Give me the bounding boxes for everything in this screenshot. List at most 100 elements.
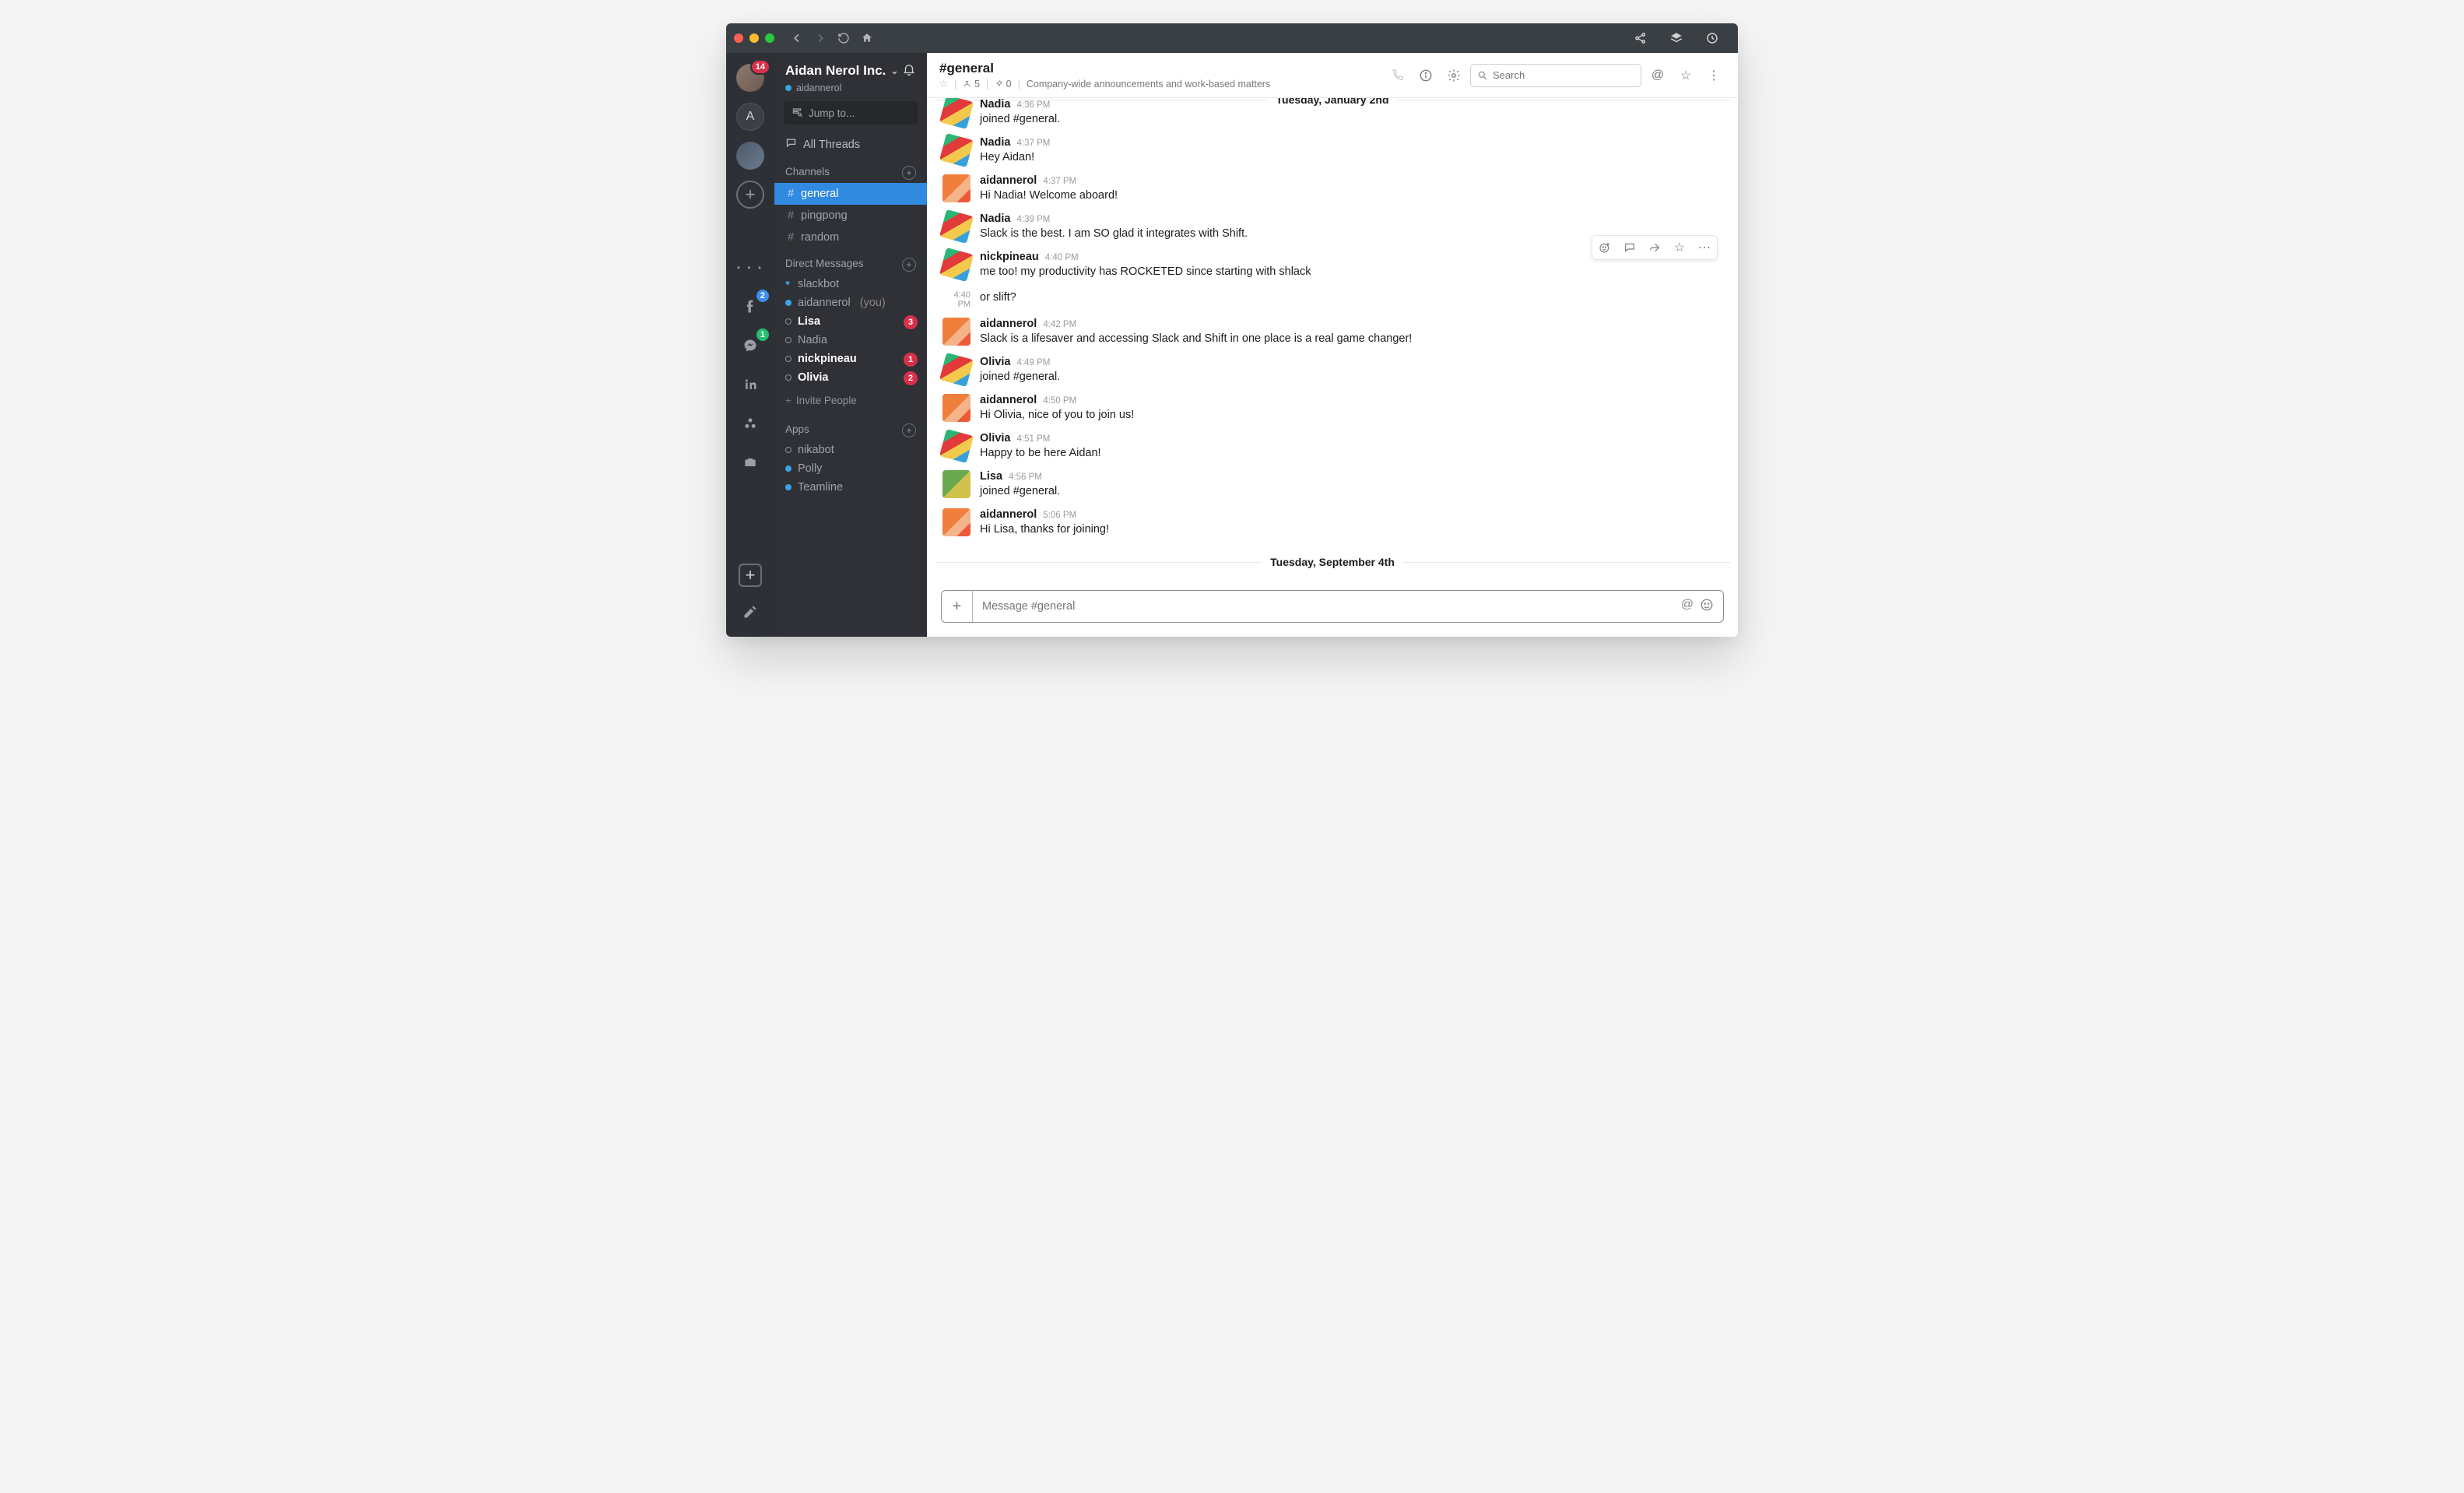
message-author[interactable]: aidannerol — [980, 174, 1037, 187]
info-icon[interactable] — [1414, 64, 1437, 87]
layers-icon[interactable] — [1658, 26, 1694, 50]
emoji-icon[interactable] — [1700, 598, 1714, 616]
add-app-button[interactable]: + — [902, 423, 916, 437]
all-threads-link[interactable]: All Threads — [774, 132, 927, 156]
dm-item[interactable]: Olivia2 — [774, 368, 927, 387]
channel-name[interactable]: #general — [939, 61, 1377, 76]
message-author[interactable]: aidannerol — [980, 508, 1037, 521]
add-dm-button[interactable]: + — [902, 258, 916, 272]
plus-icon: + — [785, 395, 791, 406]
message[interactable]: aidannerol4:42 PMSlack is a lifesaver an… — [927, 311, 1738, 350]
member-count[interactable]: 5 — [963, 79, 979, 90]
workspace-user[interactable]: aidannerol — [774, 83, 927, 101]
pin-count[interactable]: 0 — [995, 79, 1011, 90]
mentions-icon[interactable]: @ — [1646, 64, 1669, 87]
message-author[interactable]: Nadia — [980, 136, 1011, 149]
channels-label[interactable]: Channels — [785, 166, 830, 180]
message[interactable]: aidannerol5:06 PMHi Lisa, thanks for joi… — [927, 502, 1738, 540]
message[interactable]: Olivia4:51 PMHappy to be here Aidan! — [927, 426, 1738, 464]
presence-icon — [785, 465, 791, 472]
rail-linkedin-icon[interactable] — [736, 371, 764, 399]
search-input[interactable] — [1470, 64, 1641, 87]
share-icon[interactable] — [1623, 26, 1658, 50]
message-author[interactable]: nickpineau — [980, 251, 1039, 263]
add-reaction-icon[interactable] — [1592, 236, 1617, 259]
star-icon[interactable]: ☆ — [939, 78, 948, 90]
apps-label[interactable]: Apps — [785, 423, 809, 437]
dm-item[interactable]: nickpineau1 — [774, 350, 927, 368]
message[interactable]: Lisa4:56 PMjoined #general. — [927, 464, 1738, 502]
message-author[interactable]: Lisa — [980, 470, 1002, 483]
nav-back-button[interactable] — [785, 26, 809, 50]
rail-camera-icon[interactable] — [736, 448, 764, 476]
app-item[interactable]: Teamline — [774, 478, 927, 497]
rail-workspace-3[interactable] — [736, 142, 764, 170]
fullscreen-window-icon[interactable] — [765, 33, 774, 43]
rail-asana-icon[interactable] — [736, 409, 764, 437]
rail-messenger-icon[interactable]: 1 — [736, 332, 764, 360]
invite-people-link[interactable]: +Invite People — [774, 387, 927, 414]
message[interactable]: aidannerol4:50 PMHi Olivia, nice of you … — [927, 388, 1738, 426]
mention-icon[interactable]: @ — [1681, 598, 1694, 616]
channel-topic[interactable]: Company-wide announcements and work-base… — [1027, 79, 1270, 90]
add-channel-button[interactable]: + — [902, 166, 916, 180]
search-field[interactable] — [1493, 69, 1634, 81]
dm-item[interactable]: ♥slackbot — [774, 275, 927, 293]
rail-workspace-2[interactable]: A — [736, 103, 764, 131]
message[interactable]: aidannerol4:37 PMHi Nadia! Welcome aboar… — [927, 168, 1738, 206]
rail-add-workspace[interactable]: + — [736, 181, 764, 209]
message[interactable]: Nadia4:37 PMHey Aidan! — [927, 130, 1738, 168]
rail-add-app-button[interactable]: + — [739, 564, 762, 587]
star-channel-icon[interactable]: ☆ — [1674, 64, 1697, 87]
unread-badge: 14 — [750, 59, 770, 75]
share-message-icon[interactable] — [1642, 236, 1667, 259]
more-icon[interactable]: ⋮ — [1702, 64, 1725, 87]
message-composer: + @ — [941, 590, 1724, 623]
jump-placeholder: Jump to... — [809, 107, 855, 119]
star-message-icon[interactable]: ☆ — [1667, 236, 1692, 259]
message-list[interactable]: Tuesday, January 2nd Nadia4:36 PMjoined … — [927, 98, 1738, 579]
dms-label[interactable]: Direct Messages — [785, 258, 864, 272]
message[interactable]: nickpineau4:40 PMme too! my productivity… — [927, 244, 1738, 283]
dm-item[interactable]: Lisa3 — [774, 312, 927, 331]
message-author[interactable]: Olivia — [980, 356, 1011, 368]
composer-input[interactable] — [973, 600, 1672, 613]
rail-facebook-icon[interactable]: 2 — [736, 293, 764, 321]
rail-more-icon[interactable]: • • • — [736, 254, 764, 282]
rail-workspace-1[interactable]: 14 — [736, 64, 764, 92]
start-thread-icon[interactable] — [1617, 236, 1642, 259]
settings-icon[interactable] — [1442, 64, 1465, 87]
minimize-window-icon[interactable] — [749, 33, 759, 43]
channel-item-pingpong[interactable]: #pingpong — [774, 205, 927, 227]
jump-to-input[interactable]: Jump to... — [784, 101, 918, 125]
message[interactable]: Nadia4:36 PMjoined #general. — [927, 98, 1738, 130]
message-author[interactable]: aidannerol — [980, 318, 1037, 330]
channel-item-general[interactable]: #general — [774, 183, 927, 205]
home-button[interactable] — [855, 26, 879, 50]
notifications-icon[interactable] — [902, 62, 916, 79]
message-author[interactable]: Nadia — [980, 213, 1011, 225]
message[interactable]: Olivia4:49 PMjoined #general. — [927, 350, 1738, 388]
rail-settings-icon[interactable] — [736, 598, 764, 626]
workspace-switcher[interactable]: Aidan Nerol Inc. ⌄ — [785, 63, 898, 79]
call-icon[interactable] — [1386, 64, 1409, 87]
hash-icon: # — [785, 208, 796, 223]
app-window: 14 A + • • • 2 1 — [726, 23, 1738, 637]
message-author[interactable]: Olivia — [980, 432, 1011, 444]
message[interactable]: aidannerol10:28 AMHi Lisa, how's coffee … — [927, 573, 1738, 579]
more-actions-icon[interactable]: ⋯ — [1692, 236, 1717, 259]
app-item[interactable]: nikabot — [774, 441, 927, 459]
reload-button[interactable] — [832, 26, 855, 50]
channel-item-random[interactable]: #random — [774, 227, 927, 248]
close-window-icon[interactable] — [734, 33, 743, 43]
message[interactable]: 4:40 PMor slift? — [927, 283, 1738, 311]
message-author[interactable]: Nadia — [980, 98, 1011, 111]
attach-button[interactable]: + — [942, 591, 973, 622]
dm-item[interactable]: Nadia — [774, 331, 927, 350]
nav-forward-button[interactable] — [809, 26, 832, 50]
history-icon[interactable] — [1694, 26, 1730, 50]
message-author[interactable]: aidannerol — [980, 394, 1037, 406]
dm-item[interactable]: aidannerol(you) — [774, 293, 927, 312]
app-item[interactable]: Polly — [774, 459, 927, 478]
avatar — [939, 429, 974, 463]
